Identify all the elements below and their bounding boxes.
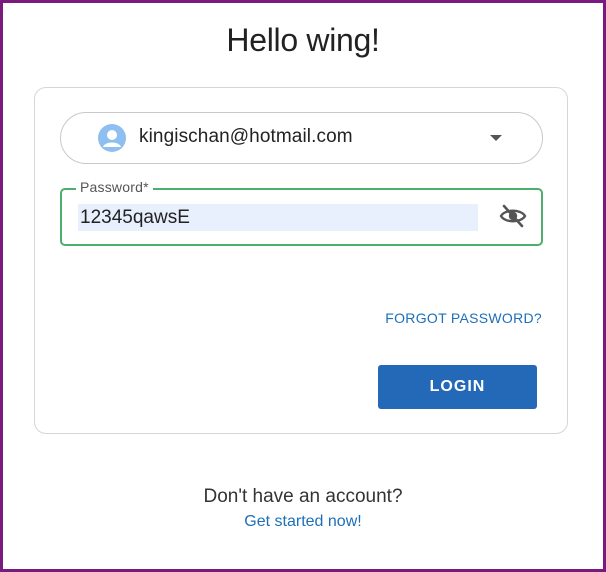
password-field[interactable]: Password* — [60, 179, 543, 246]
password-label: Password* — [76, 179, 153, 195]
account-email: kingischan@hotmail.com — [139, 126, 353, 147]
signup-prompt: Don't have an account? — [203, 486, 403, 507]
get-started-link[interactable]: Get started now! — [0, 513, 606, 531]
person-icon — [98, 124, 126, 152]
password-input[interactable] — [78, 204, 478, 231]
login-card: kingischan@hotmail.com Password* FORGOT … — [34, 87, 568, 434]
eye-off-icon[interactable] — [498, 201, 528, 231]
forgot-password-link[interactable]: FORGOT PASSWORD? — [385, 310, 542, 326]
caret-down-icon[interactable] — [490, 135, 502, 141]
account-selector[interactable]: kingischan@hotmail.com — [60, 112, 543, 164]
login-button[interactable]: LOGIN — [378, 365, 537, 409]
greeting-title: Hello wing! — [226, 22, 380, 58]
